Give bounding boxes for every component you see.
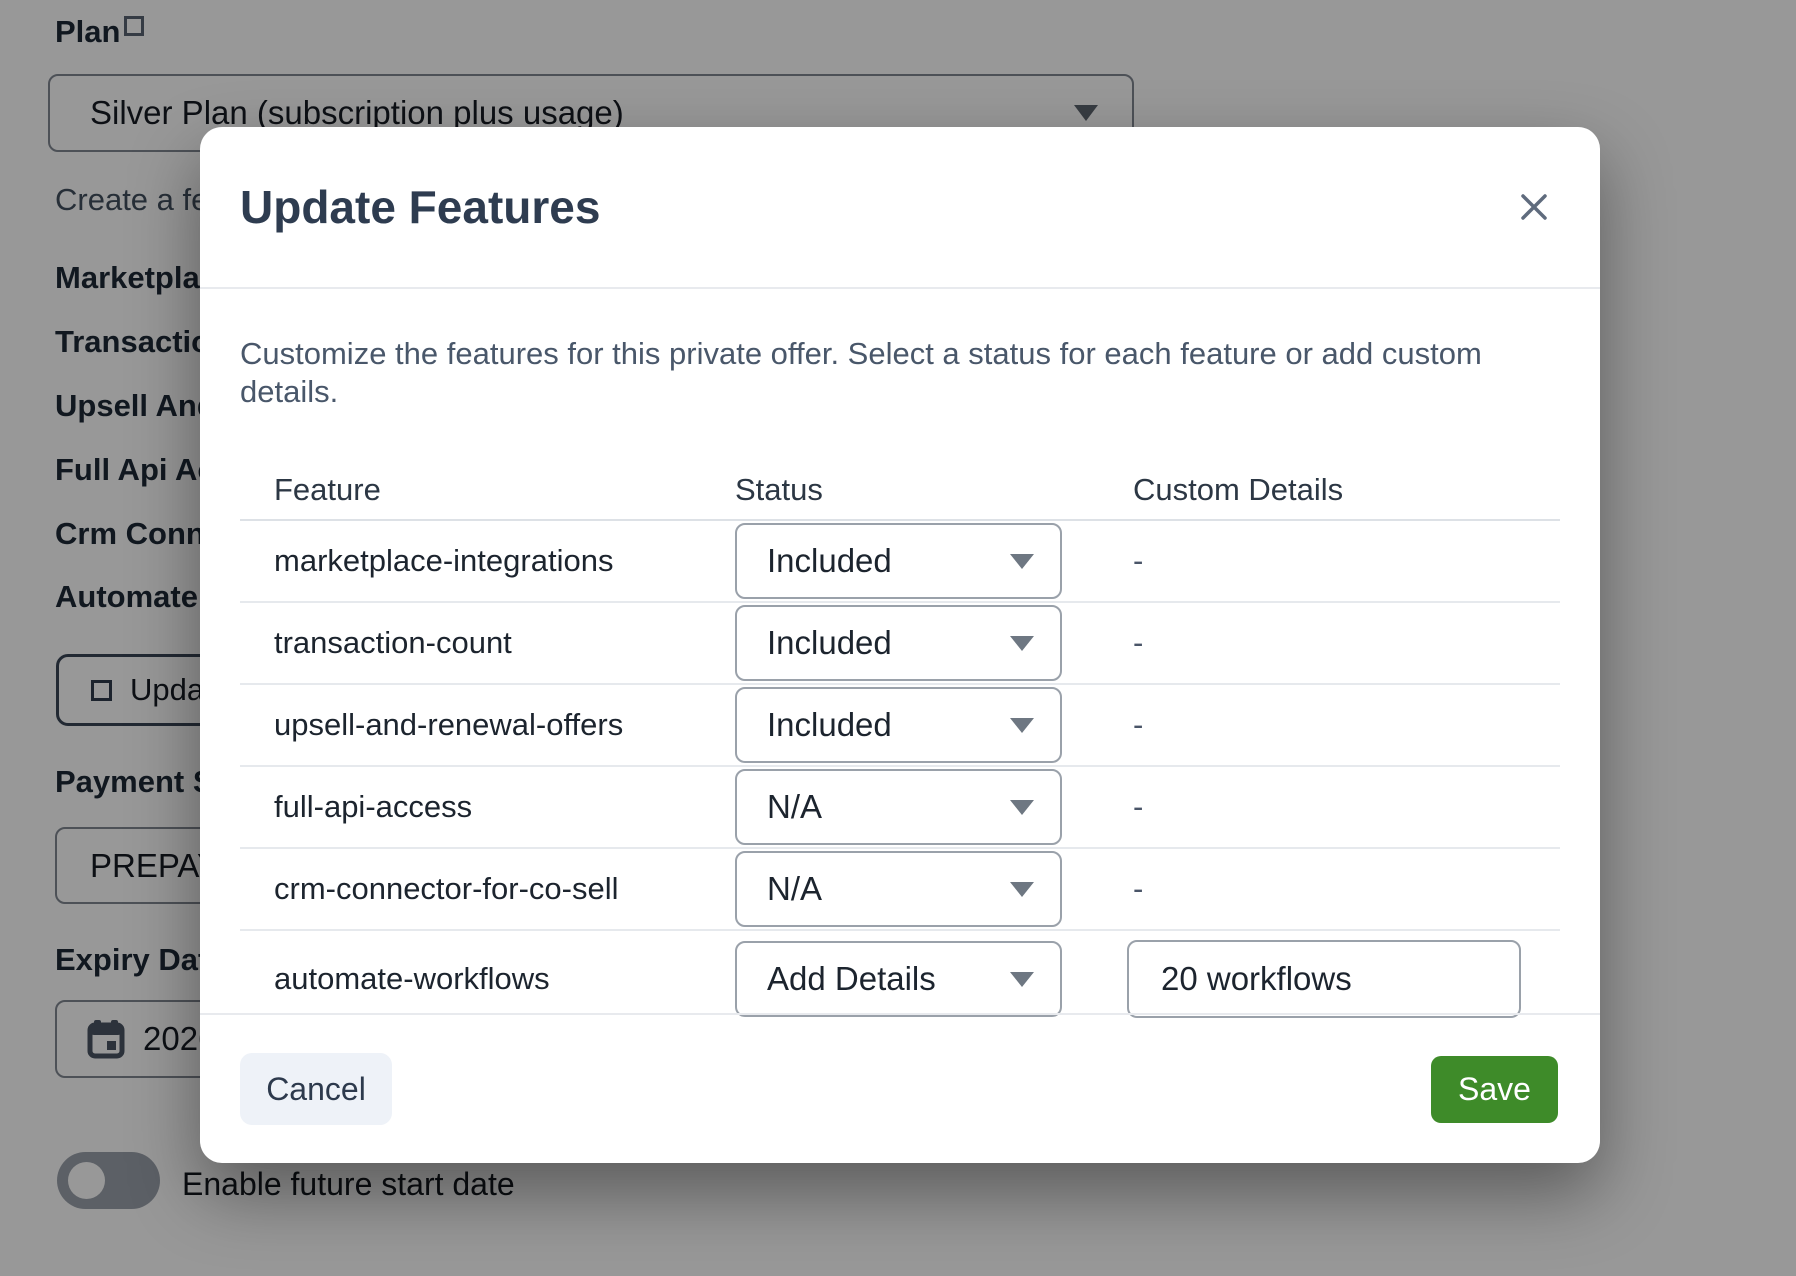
custom-details-value: -: [1127, 871, 1560, 907]
chevron-down-icon: [1010, 800, 1034, 815]
feature-name: crm-connector-for-co-sell: [240, 871, 735, 907]
header-status: Status: [735, 472, 1127, 508]
close-icon: [1518, 191, 1550, 223]
status-select-value: Included: [767, 624, 892, 662]
chevron-down-icon: [1010, 554, 1034, 569]
custom-details-value: -: [1127, 625, 1560, 661]
status-select[interactable]: Included: [735, 523, 1062, 599]
chevron-down-icon: [1010, 718, 1034, 733]
status-select[interactable]: Add Details: [735, 941, 1062, 1017]
header-feature: Feature: [240, 472, 735, 508]
status-select[interactable]: Included: [735, 687, 1062, 763]
status-select[interactable]: N/A: [735, 769, 1062, 845]
close-button[interactable]: [1512, 185, 1556, 229]
chevron-down-icon: [1010, 972, 1034, 987]
feature-name: automate-workflows: [240, 961, 735, 997]
feature-name: full-api-access: [240, 789, 735, 825]
page: Plan Silver Plan (subscription plus usag…: [0, 0, 1796, 1276]
table-row: crm-connector-for-co-sell N/A -: [240, 849, 1560, 931]
modal-description: Customize the features for this private …: [240, 335, 1560, 411]
cancel-button[interactable]: Cancel: [240, 1053, 392, 1125]
update-features-modal: Update Features Customize the features f…: [200, 127, 1600, 1163]
table-row: full-api-access N/A -: [240, 767, 1560, 849]
status-select-value: N/A: [767, 870, 822, 908]
feature-name: upsell-and-renewal-offers: [240, 707, 735, 743]
status-select[interactable]: Included: [735, 605, 1062, 681]
header-custom-details: Custom Details: [1127, 472, 1560, 508]
modal-title: Update Features: [240, 180, 600, 234]
custom-details-value: -: [1127, 789, 1560, 825]
status-select-value: Included: [767, 542, 892, 580]
feature-name: transaction-count: [240, 625, 735, 661]
status-select-value: N/A: [767, 788, 822, 826]
status-select-value: Add Details: [767, 960, 936, 998]
feature-name: marketplace-integrations: [240, 543, 735, 579]
features-table: Feature Status Custom Details marketplac…: [240, 461, 1560, 1027]
table-row: transaction-count Included -: [240, 603, 1560, 685]
custom-details-value: -: [1127, 707, 1560, 743]
custom-details-input[interactable]: [1127, 940, 1521, 1018]
modal-header: Update Features: [200, 127, 1600, 289]
table-row: marketplace-integrations Included -: [240, 521, 1560, 603]
status-select-value: Included: [767, 706, 892, 744]
modal-footer: Cancel Save: [200, 1013, 1600, 1163]
chevron-down-icon: [1010, 636, 1034, 651]
chevron-down-icon: [1010, 882, 1034, 897]
custom-details-value: -: [1127, 543, 1560, 579]
table-header-row: Feature Status Custom Details: [240, 461, 1560, 521]
table-row: upsell-and-renewal-offers Included -: [240, 685, 1560, 767]
status-select[interactable]: N/A: [735, 851, 1062, 927]
save-button[interactable]: Save: [1431, 1056, 1558, 1123]
